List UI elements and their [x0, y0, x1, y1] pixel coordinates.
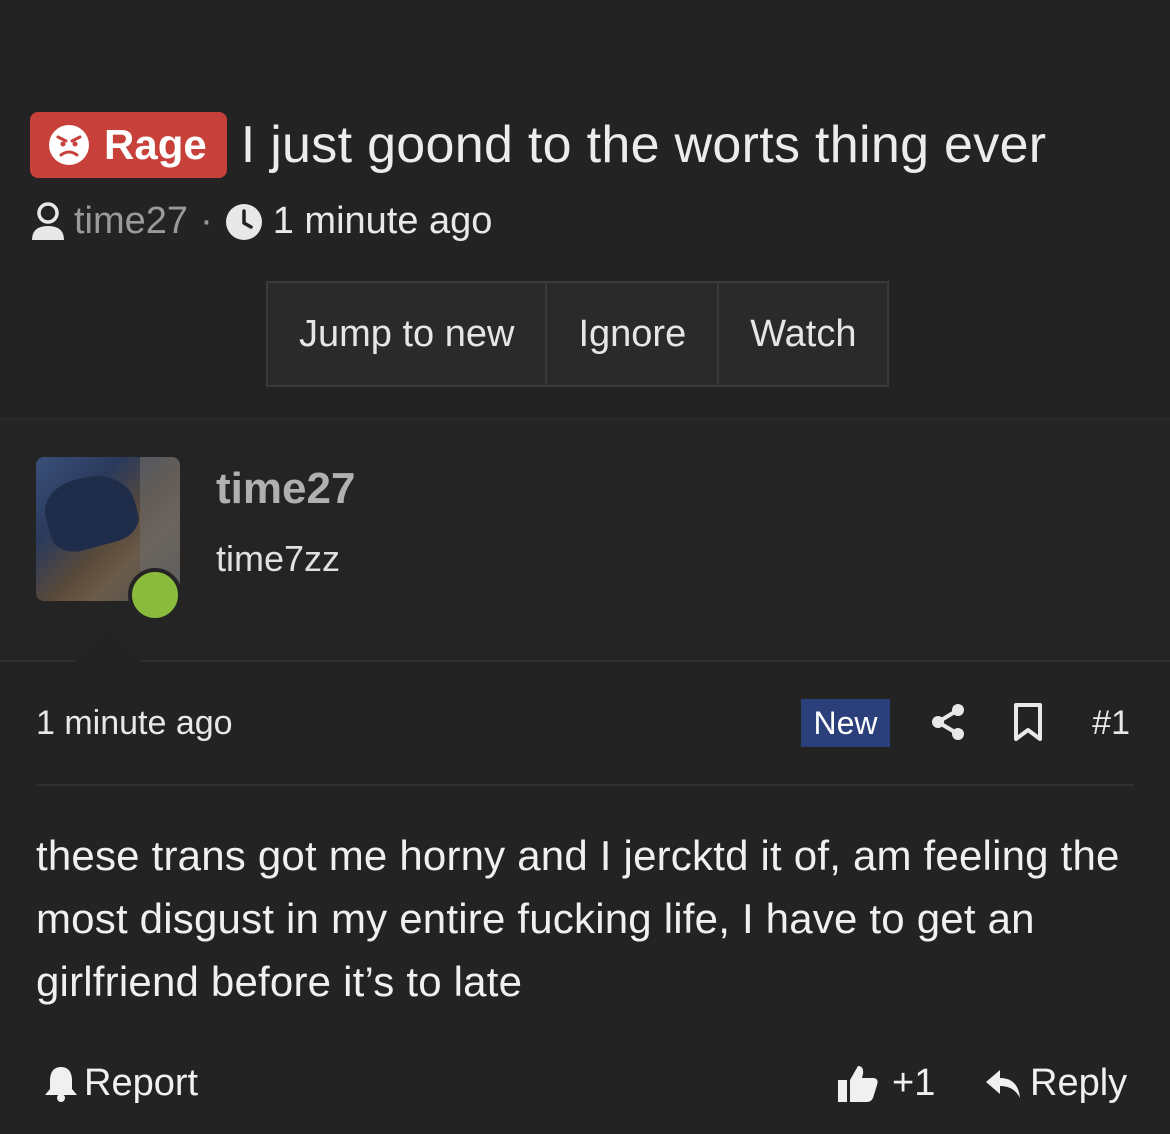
bell-icon: [45, 1066, 77, 1102]
clock-icon: [225, 203, 262, 240]
thumbs-up-icon: [838, 1065, 878, 1102]
user-icon: [32, 201, 64, 240]
reaction-count: +1: [892, 1062, 936, 1104]
post-time[interactable]: 1 minute ago: [36, 704, 233, 743]
post-number-link[interactable]: #1: [1092, 704, 1130, 743]
jump-to-new-button[interactable]: Jump to new: [268, 283, 548, 385]
watch-button[interactable]: Watch: [719, 283, 887, 385]
reply-label: Reply: [1030, 1062, 1128, 1104]
report-button[interactable]: Report: [44, 1062, 198, 1105]
thread-title-row: Rage I just goond to the worts thing eve…: [30, 112, 1046, 178]
like-button[interactable]: +1: [836, 1062, 935, 1105]
thread-prefix-badge[interactable]: Rage: [30, 112, 227, 178]
post-body: these trans got me horny and I jercktd i…: [36, 832, 1120, 1005]
prefix-label: Rage: [104, 121, 207, 168]
post-username[interactable]: time27: [216, 464, 355, 514]
thread-meta: time27 · 1 minute ago: [30, 200, 492, 243]
reply-button[interactable]: Reply: [984, 1062, 1127, 1105]
thread-title: I just goond to the worts thing ever: [240, 116, 1047, 174]
new-badge: New: [801, 699, 890, 747]
bookmark-icon: [1014, 703, 1042, 741]
thread-author-link[interactable]: time27: [74, 200, 188, 243]
user-block-arrow: [74, 628, 142, 662]
share-icon: [932, 704, 964, 740]
reply-icon: [986, 1069, 1020, 1098]
meta-separator: ·: [200, 200, 213, 242]
bookmark-button[interactable]: [1012, 702, 1044, 742]
post-separator: [36, 784, 1134, 786]
share-button[interactable]: [930, 702, 966, 742]
ignore-button[interactable]: Ignore: [547, 283, 720, 385]
report-label: Report: [84, 1062, 199, 1104]
post-user-block: time27 time7zz: [0, 420, 1170, 662]
thread-action-buttons: Jump to new Ignore Watch: [266, 281, 890, 387]
angry-face-icon: [49, 125, 89, 165]
avatar-hat-shape: [38, 466, 144, 558]
online-status-indicator: [128, 568, 182, 622]
user-title: time7zz: [216, 538, 341, 579]
thread-header: Rage I just goond to the worts thing eve…: [0, 0, 1170, 420]
post-container: 1 minute ago New #1 these trans got me h…: [0, 662, 1170, 1134]
thread-time[interactable]: 1 minute ago: [273, 200, 493, 243]
